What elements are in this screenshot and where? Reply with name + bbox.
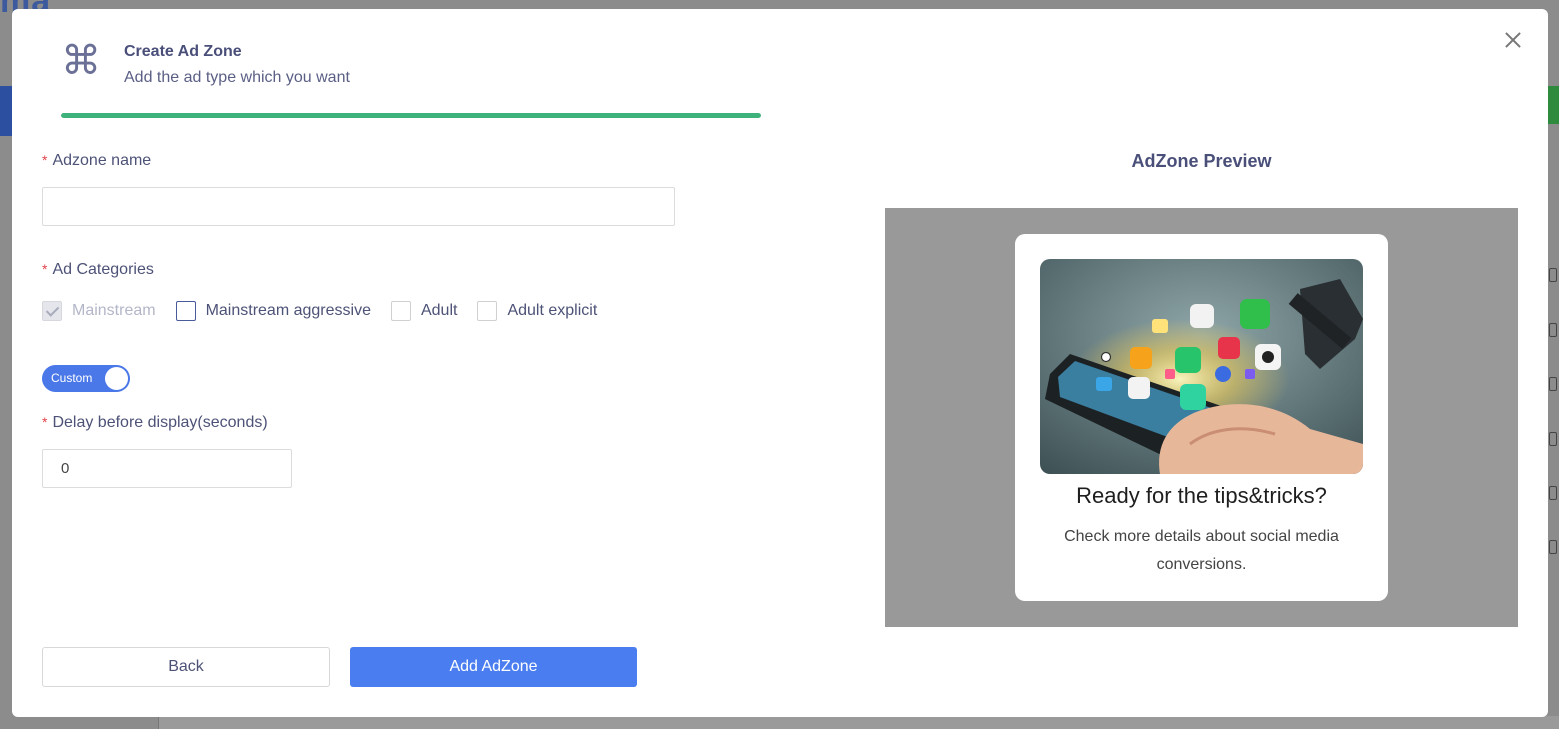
background-table-edge: [158, 716, 1559, 729]
preview-card-title: Ready for the tips&tricks?: [1076, 483, 1327, 508]
adzone-preview-area: Ready for the tips&tricks? Check more de…: [885, 208, 1518, 627]
checkbox-label: Adult explicit: [507, 302, 598, 319]
preview-ad-card: Ready for the tips&tricks? Check more de…: [1015, 234, 1388, 601]
checkbox-box[interactable]: [390, 301, 411, 321]
background-code-icon: [1549, 486, 1557, 500]
required-mark: *: [42, 152, 48, 168]
ad-categories-group: Mainstream Mainstream aggressive Adult A…: [42, 301, 617, 321]
background-nav-bar: [0, 86, 12, 136]
ad-categories-label: * Ad Categories: [42, 261, 154, 278]
back-button[interactable]: Back: [42, 647, 330, 687]
step-progress-fill: [61, 113, 761, 118]
modal-title: Create Ad Zone: [124, 43, 242, 60]
checkbox-mainstream-aggressive[interactable]: Mainstream aggressive: [175, 301, 371, 321]
modal-subtitle: Add the ad type which you want: [124, 69, 350, 86]
checkbox-label: Adult: [420, 302, 458, 319]
custom-toggle[interactable]: Custom: [42, 365, 130, 392]
checkbox-box[interactable]: [175, 301, 196, 321]
create-adzone-modal: ⌘ Create Ad Zone Add the ad type which y…: [12, 9, 1548, 717]
modal-header: ⌘ Create Ad Zone Add the ad type which y…: [61, 39, 350, 87]
background-code-icon: [1549, 377, 1557, 391]
required-mark: *: [42, 261, 48, 277]
background-add-button: [1548, 86, 1559, 124]
background-code-icon: [1549, 323, 1557, 337]
delay-label: * Delay before display(seconds): [42, 414, 268, 431]
checkbox-label: Mainstream: [72, 302, 156, 319]
checkbox-mainstream[interactable]: Mainstream: [42, 301, 156, 321]
background-code-icon: [1549, 540, 1557, 554]
adzone-name-input[interactable]: [42, 187, 675, 226]
ad-image: [1040, 259, 1363, 474]
checkbox-adult[interactable]: Adult: [390, 301, 458, 321]
checkbox-box[interactable]: [42, 301, 62, 321]
checkbox-adult-explicit[interactable]: Adult explicit: [477, 301, 597, 321]
adzone-name-label: * Adzone name: [42, 152, 152, 169]
checkbox-box[interactable]: [477, 301, 498, 321]
close-icon[interactable]: [1502, 29, 1524, 51]
preview-title: AdZone Preview: [1131, 151, 1272, 171]
toggle-knob: [105, 367, 128, 390]
delay-input[interactable]: [42, 449, 292, 488]
background-code-icon: [1549, 432, 1557, 446]
toggle-label: Custom: [51, 371, 93, 385]
preview-card-text: Check more details about social media co…: [1064, 528, 1339, 573]
step-progress-bar: [61, 113, 761, 118]
add-adzone-button[interactable]: Add AdZone: [350, 647, 637, 687]
command-icon: ⌘: [61, 39, 101, 83]
required-mark: *: [42, 414, 48, 430]
checkbox-label: Mainstream aggressive: [205, 302, 371, 319]
background-code-icon: [1549, 268, 1557, 282]
